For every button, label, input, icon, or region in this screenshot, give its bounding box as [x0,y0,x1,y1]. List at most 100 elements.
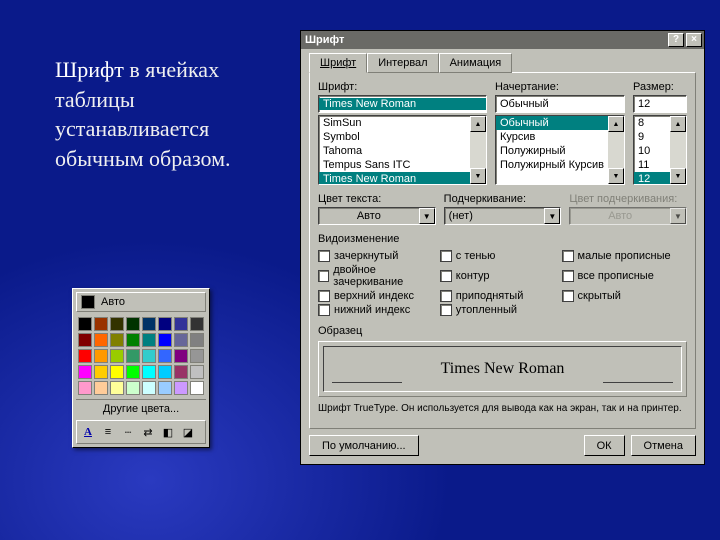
checkbox[interactable] [562,250,574,262]
color-swatch[interactable] [78,333,92,347]
color-swatch[interactable] [110,317,124,331]
color-swatch[interactable] [78,349,92,363]
font-label: Шрифт: [318,81,487,93]
cancel-button[interactable]: Отмена [631,435,696,456]
slide-caption-lead: Шрифт [55,57,124,82]
checkbox[interactable] [440,270,452,282]
style-input[interactable]: Обычный [495,95,625,113]
color-swatch[interactable] [110,381,124,395]
color-swatch[interactable] [190,333,204,347]
color-swatch[interactable] [142,349,156,363]
text-color-combo[interactable]: Авто ▼ [318,207,436,225]
color-swatch[interactable] [126,349,140,363]
color-swatch[interactable] [174,333,188,347]
scroll-up-icon[interactable]: ▲ [470,116,486,132]
font-listbox[interactable]: SimSun Symbol Tahoma Tempus Sans ITC Tim… [318,115,487,185]
scroll-up-icon[interactable]: ▲ [670,116,686,132]
color-swatch[interactable] [174,365,188,379]
color-swatch[interactable] [94,333,108,347]
color-swatch[interactable] [190,317,204,331]
tab-font[interactable]: Шрифт [309,53,367,73]
size-listbox[interactable]: 8 9 10 11 12 ▲ ▼ [633,115,687,185]
color-swatch[interactable] [158,365,172,379]
checkbox[interactable] [440,304,452,316]
underline-combo[interactable]: (нет) ▼ [444,207,562,225]
checkbox[interactable] [440,250,452,262]
color-swatch[interactable] [94,317,108,331]
checkbox[interactable] [318,290,330,302]
color-swatch[interactable] [190,365,204,379]
color-swatch[interactable] [78,317,92,331]
style-listbox[interactable]: Обычный Курсив Полужирный Полужирный Кур… [495,115,625,185]
shadow-tool[interactable]: ◧ [159,423,177,441]
checkbox[interactable] [440,290,452,302]
chevron-down-icon[interactable]: ▼ [544,208,560,224]
checkbox[interactable] [562,270,574,282]
color-swatch[interactable] [174,349,188,363]
line-style-tool[interactable]: ≡ [99,423,117,441]
color-swatch[interactable] [190,349,204,363]
style-scrollbar[interactable]: ▲ ▼ [608,116,624,184]
scroll-down-icon[interactable]: ▼ [670,168,686,184]
scroll-down-icon[interactable]: ▼ [608,168,624,184]
font-color-tool[interactable]: A [79,423,97,441]
color-swatch[interactable] [110,365,124,379]
color-swatch[interactable] [190,381,204,395]
dialog-titlebar[interactable]: Шрифт ? × [301,31,704,49]
tab-spacing[interactable]: Интервал [367,53,438,73]
color-swatch[interactable] [174,381,188,395]
color-swatch[interactable] [78,381,92,395]
scroll-down-icon[interactable]: ▼ [470,168,486,184]
font-scrollbar[interactable]: ▲ ▼ [470,116,486,184]
color-swatch[interactable] [126,333,140,347]
color-swatch[interactable] [94,349,108,363]
auto-color-swatch [81,295,95,309]
color-swatch[interactable] [158,333,172,347]
ok-button[interactable]: ОК [584,435,625,456]
palette-toolbar: A ≡ ┄ ⇄ ◧ ◪ [76,420,206,444]
chevron-down-icon[interactable]: ▼ [419,208,435,224]
color-swatch[interactable] [142,333,156,347]
close-button[interactable]: × [686,33,702,47]
font-dialog: Шрифт ? × Шрифт Интервал Анимация Шрифт:… [300,30,705,465]
sample-box: Times New Roman [318,341,687,397]
underline-label: Подчеркивание: [444,193,562,205]
3d-tool[interactable]: ◪ [179,423,197,441]
color-swatch[interactable] [158,317,172,331]
checkbox[interactable] [318,250,330,262]
color-swatch[interactable] [78,365,92,379]
color-swatch[interactable] [158,349,172,363]
font-info-note: Шрифт TrueType. Он используется для выво… [318,403,687,414]
arrow-style-tool[interactable]: ⇄ [139,423,157,441]
color-swatch[interactable] [142,381,156,395]
help-button[interactable]: ? [668,33,684,47]
color-swatch[interactable] [174,317,188,331]
color-swatch[interactable] [110,333,124,347]
checkbox[interactable] [318,270,329,282]
dialog-title: Шрифт [305,34,666,46]
size-list-items: 8 9 10 11 12 [634,116,670,184]
checkbox[interactable] [562,290,574,302]
color-swatch[interactable] [94,365,108,379]
default-button[interactable]: По умолчанию... [309,435,419,456]
checkbox[interactable] [318,304,330,316]
sample-text: Times New Roman [441,360,565,378]
color-swatch[interactable] [94,381,108,395]
color-swatch[interactable] [142,365,156,379]
scroll-up-icon[interactable]: ▲ [608,116,624,132]
text-color-label: Цвет текста: [318,193,436,205]
color-swatch[interactable] [126,365,140,379]
color-swatch[interactable] [110,349,124,363]
tab-animation[interactable]: Анимация [439,53,513,73]
color-swatch[interactable] [158,381,172,395]
dash-style-tool[interactable]: ┄ [119,423,137,441]
palette-swatches [76,315,206,397]
font-input[interactable]: Times New Roman [318,95,487,113]
color-swatch[interactable] [142,317,156,331]
palette-more-button[interactable]: Другие цвета... [76,399,206,418]
size-input[interactable]: 12 [633,95,687,113]
palette-auto-button[interactable]: Авто [76,292,206,312]
color-swatch[interactable] [126,381,140,395]
size-scrollbar[interactable]: ▲ ▼ [670,116,686,184]
color-swatch[interactable] [126,317,140,331]
